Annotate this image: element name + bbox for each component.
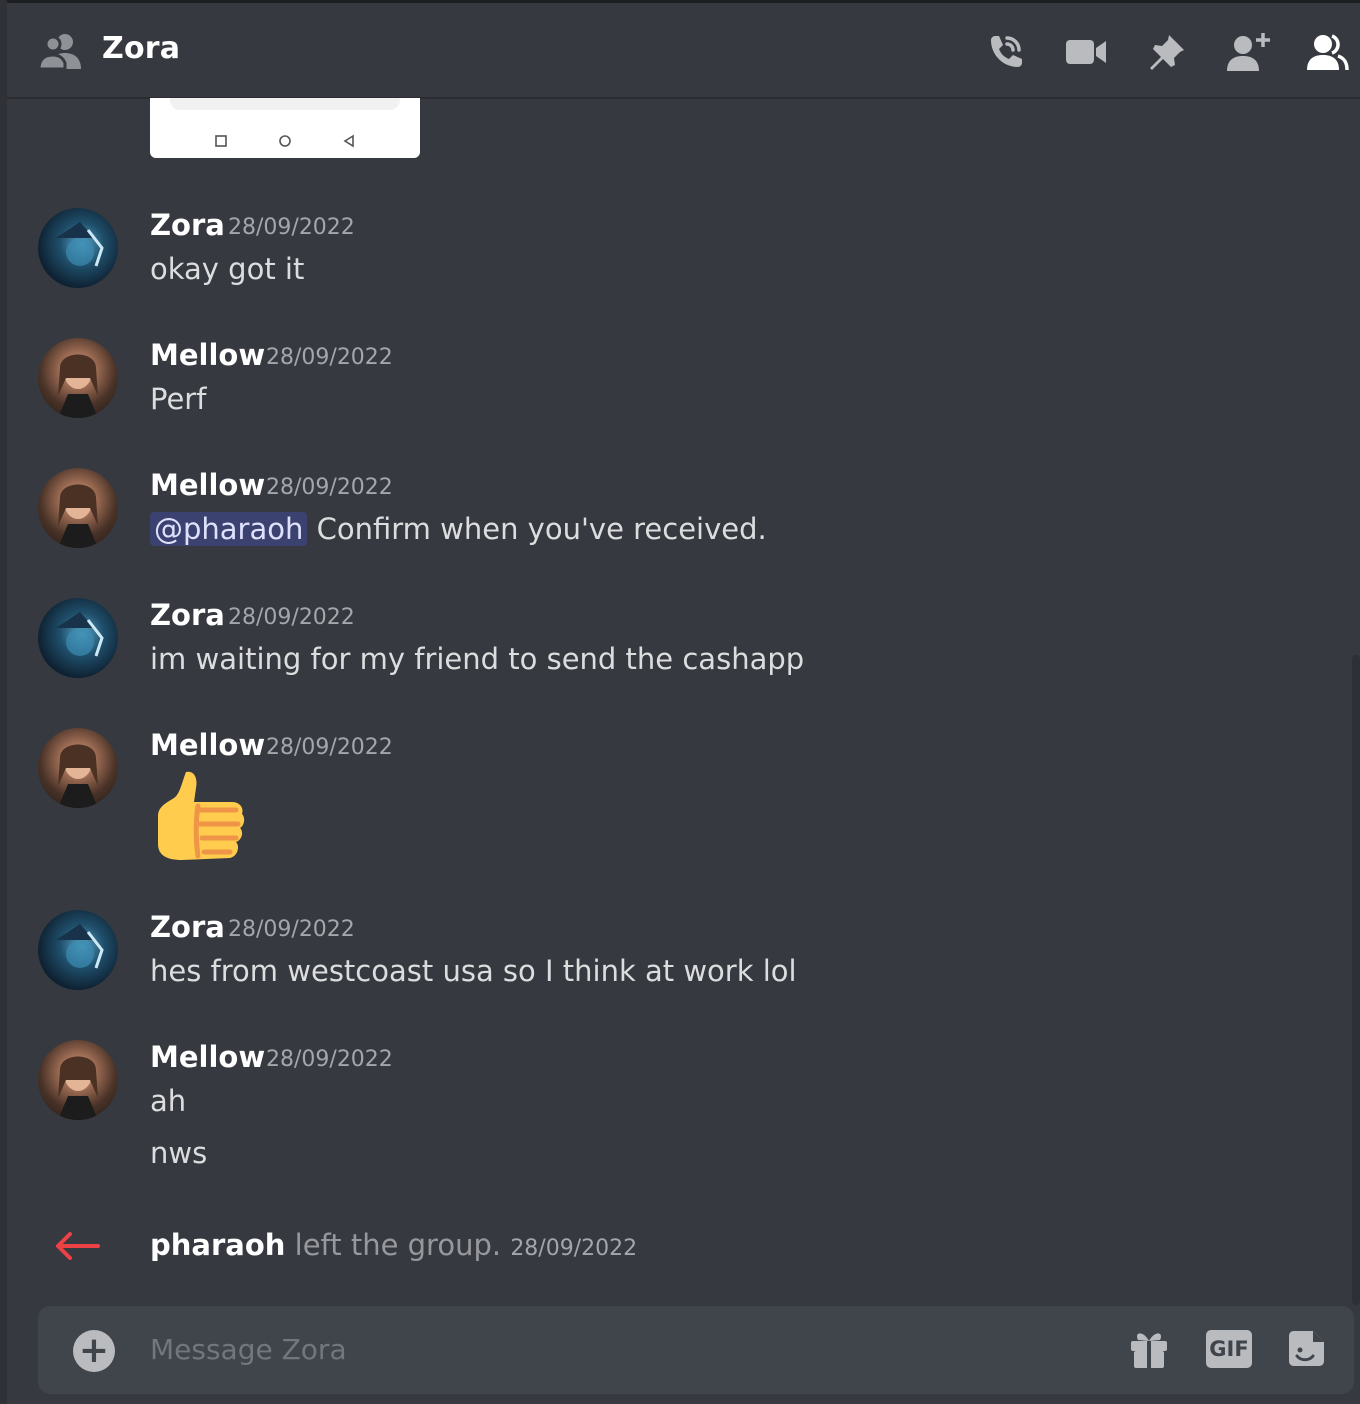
gif-button[interactable]: GIF — [1206, 1326, 1252, 1372]
square-nav-icon — [215, 135, 227, 147]
message-text: hes from westcoast usa so I think at wor… — [150, 954, 797, 988]
triangle-nav-icon — [343, 134, 354, 148]
avatar[interactable] — [38, 910, 118, 990]
timestamp: 28/09/2022 — [266, 475, 393, 500]
scrollbar[interactable] — [1352, 655, 1360, 1305]
circle-nav-icon — [279, 135, 291, 147]
avatar[interactable] — [38, 728, 118, 808]
message-text: ah — [150, 1084, 187, 1118]
leave-arrow-icon — [52, 1226, 104, 1270]
message-text: im waiting for my friend to send the cas… — [150, 642, 805, 676]
attachment-image-bar — [170, 98, 400, 110]
avatar[interactable] — [38, 208, 118, 288]
timestamp: 28/09/2022 — [228, 215, 355, 240]
username[interactable]: Zora — [150, 910, 225, 944]
username[interactable]: Zora — [150, 598, 225, 632]
system-username[interactable]: pharaoh — [150, 1228, 285, 1262]
avatar[interactable] — [38, 468, 118, 548]
thumbs-up-emoji — [154, 768, 246, 868]
timestamp: 28/09/2022 — [266, 345, 393, 370]
group-dm-icon — [37, 31, 83, 71]
message: Zora 28/09/2022 hes from westcoast usa s… — [7, 910, 1347, 1000]
timestamp: 28/09/2022 — [228, 917, 355, 942]
image-attachment[interactable] — [150, 98, 420, 158]
message-composer: + GIF — [38, 1306, 1354, 1394]
gif-label: GIF — [1206, 1330, 1252, 1368]
system-action: left the group. — [285, 1228, 511, 1262]
voice-call-icon[interactable] — [982, 29, 1028, 75]
message: Zora 28/09/2022 okay got it — [7, 208, 1347, 298]
add-attachment-icon[interactable]: + — [73, 1330, 115, 1372]
channel-title: Zora — [102, 31, 181, 66]
username[interactable]: Zora — [150, 208, 225, 242]
user-mention[interactable]: @pharaoh — [150, 512, 308, 546]
username[interactable]: Mellow — [150, 1040, 265, 1074]
username[interactable]: Mellow — [150, 728, 265, 762]
message-text: Perf — [150, 382, 207, 416]
username[interactable]: Mellow — [150, 468, 265, 502]
channel-header: Zora — [7, 3, 1360, 99]
timestamp: 28/09/2022 — [266, 735, 393, 760]
message: Zora 28/09/2022 im waiting for my friend… — [7, 598, 1347, 688]
message-text: @pharaoh Confirm when you've received. — [150, 512, 767, 546]
avatar[interactable] — [38, 338, 118, 418]
timestamp: 28/09/2022 — [266, 1047, 393, 1072]
sticker-icon[interactable] — [1283, 1326, 1329, 1372]
message-text: okay got it — [150, 252, 305, 286]
username[interactable]: Mellow — [150, 338, 265, 372]
window-left-edge — [0, 0, 7, 1404]
pin-icon[interactable] — [1144, 29, 1190, 75]
timestamp: 28/09/2022 — [510, 1236, 638, 1261]
message: Mellow 28/09/2022 ah nws — [7, 1040, 1347, 1180]
message-text-body: Confirm when you've received. — [307, 512, 767, 546]
avatar[interactable] — [38, 1040, 118, 1120]
member-list-icon[interactable] — [1304, 29, 1350, 75]
system-message: pharaoh left the group. 28/09/2022 — [150, 1228, 637, 1262]
gift-icon[interactable] — [1126, 1326, 1172, 1372]
avatar[interactable] — [38, 598, 118, 678]
message: Mellow 28/09/2022 @pharaoh Confirm when … — [7, 468, 1347, 558]
timestamp: 28/09/2022 — [228, 605, 355, 630]
message: Mellow 28/09/2022 — [7, 728, 1347, 878]
message: Mellow 28/09/2022 Perf — [7, 338, 1347, 428]
message-text: nws — [150, 1136, 208, 1170]
add-friend-icon[interactable] — [1225, 29, 1271, 75]
message-input[interactable] — [150, 1324, 1050, 1374]
video-call-icon[interactable] — [1063, 29, 1109, 75]
